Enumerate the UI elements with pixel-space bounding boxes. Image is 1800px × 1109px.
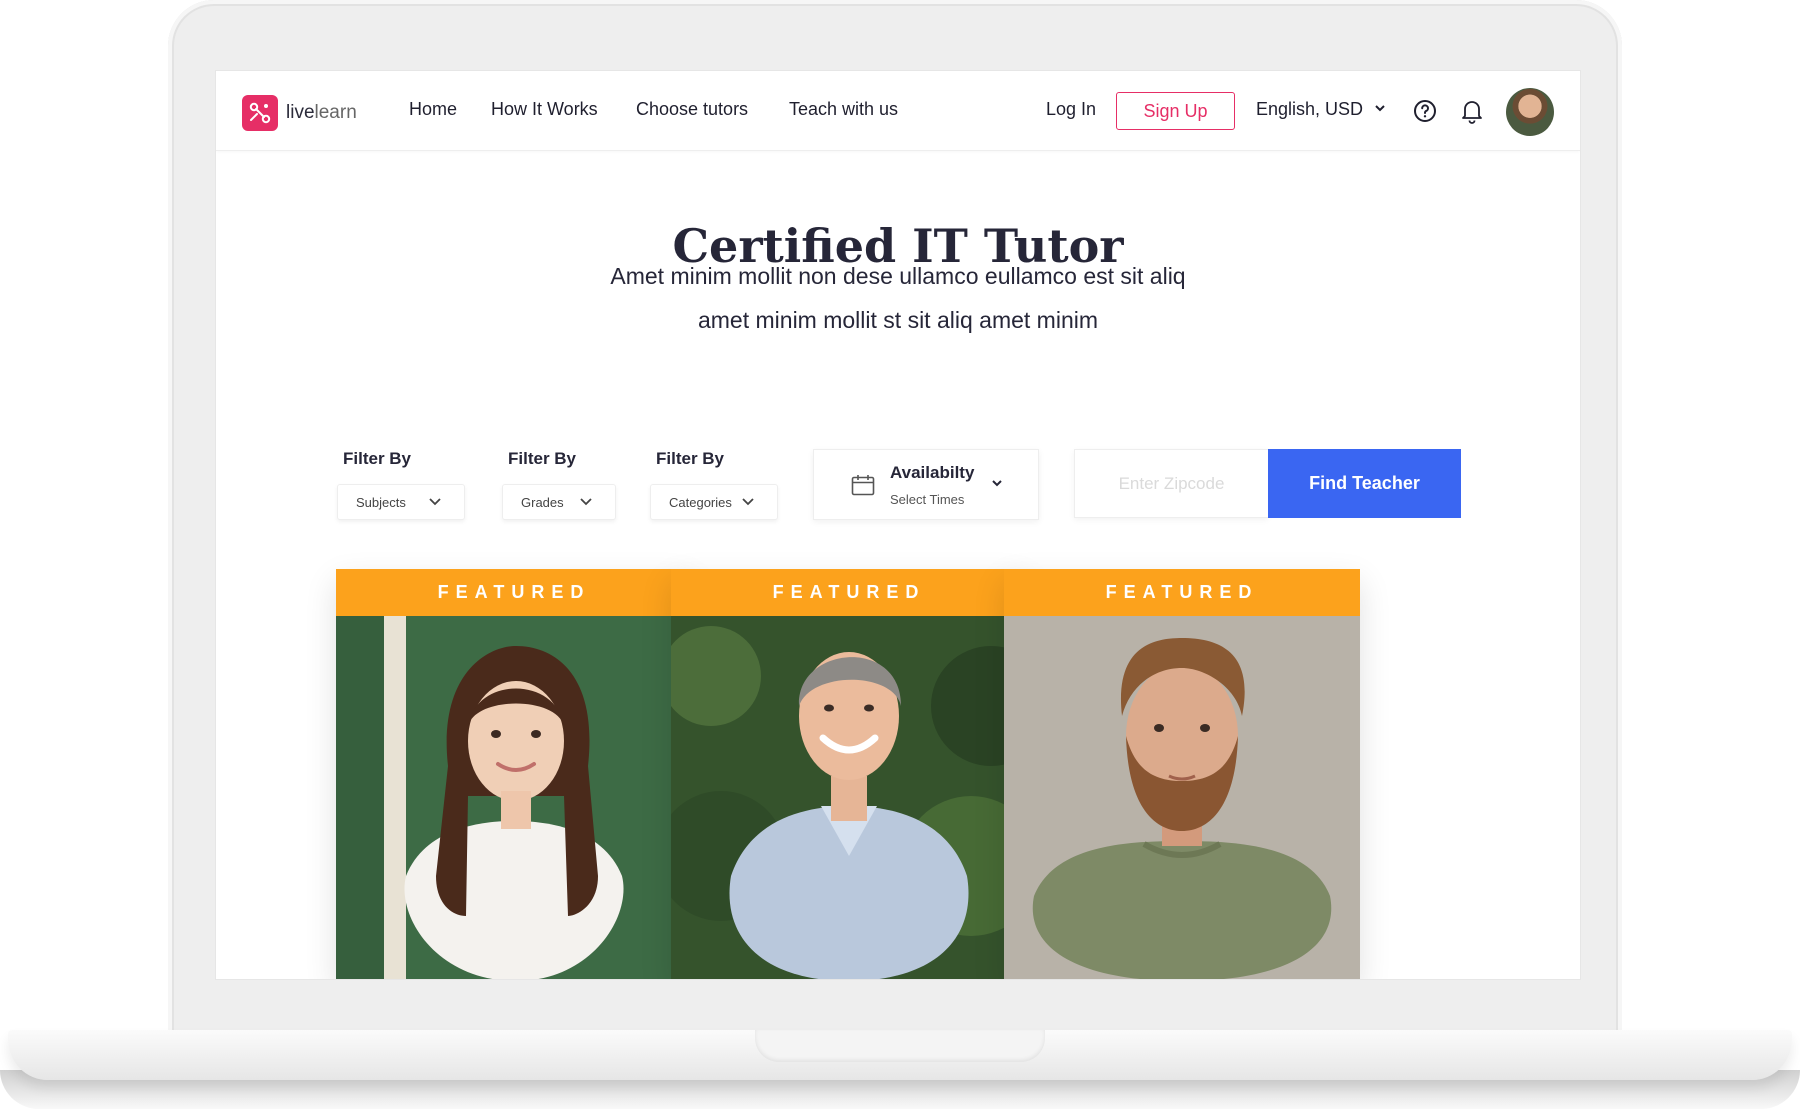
tutor-photo	[671, 616, 1027, 979]
calendar-icon	[851, 475, 875, 496]
user-avatar[interactable]	[1506, 88, 1554, 136]
top-navbar: livelearn Home How It Works Choose tutor…	[216, 71, 1580, 151]
help-icon[interactable]	[1413, 99, 1437, 123]
chevron-down-icon	[992, 480, 1002, 487]
chevron-down-icon	[429, 498, 441, 506]
grades-dropdown[interactable]: Grades	[502, 484, 616, 520]
nav-home[interactable]: Home	[409, 99, 457, 120]
tutor-card[interactable]: FEATURED	[1004, 569, 1360, 979]
featured-badge: FEATURED	[671, 569, 1027, 616]
nav-teach-with-us[interactable]: Teach with us	[789, 99, 898, 120]
tutor-photo	[1004, 616, 1360, 979]
hero-subtitle-line1: Amet minim mollit non dese ullamco eulla…	[610, 263, 1186, 289]
signup-button[interactable]: Sign Up	[1116, 92, 1235, 130]
laptop-notch	[755, 1030, 1045, 1062]
brand-logo[interactable]: livelearn	[242, 95, 357, 131]
hero-subtitle-line2: amet minim mollit st sit aliq amet minim	[697, 307, 1099, 333]
chevron-down-icon	[580, 498, 592, 506]
chevron-down-icon[interactable]	[1374, 103, 1386, 113]
brand-name: livelearn	[286, 102, 357, 123]
grades-dropdown-value: Grades	[521, 494, 564, 510]
subjects-dropdown-value: Subjects	[356, 494, 406, 510]
filter-categories-label: Filter By	[656, 449, 725, 468]
featured-badge: FEATURED	[336, 569, 692, 616]
nav-choose-tutors[interactable]: Choose tutors	[636, 99, 748, 120]
filter-grades-label: Filter By	[508, 449, 577, 468]
nav-how-it-works[interactable]: How It Works	[491, 99, 598, 120]
availability-picker[interactable]: Availabilty Select Times	[813, 449, 1039, 520]
subjects-dropdown[interactable]: Subjects	[337, 484, 465, 520]
tutor-card[interactable]: FEATURED	[671, 569, 1027, 979]
logo-icon	[242, 95, 278, 131]
categories-dropdown[interactable]: Categories	[650, 484, 778, 520]
chevron-down-icon	[742, 498, 754, 506]
bell-icon[interactable]	[1460, 98, 1484, 124]
app-screen: livelearn Home How It Works Choose tutor…	[215, 70, 1581, 980]
tutor-photo	[336, 616, 692, 979]
filter-subjects-label: Filter By	[343, 449, 412, 468]
availability-subtitle: Select Times	[890, 492, 965, 507]
tutor-card[interactable]: FEATURED	[336, 569, 692, 979]
availability-title: Availabilty	[890, 463, 975, 482]
language-currency-select[interactable]: English, USD	[1256, 99, 1363, 120]
featured-badge: FEATURED	[1004, 569, 1360, 616]
categories-dropdown-value: Categories	[669, 494, 732, 510]
zipcode-input[interactable]	[1074, 449, 1268, 518]
find-teacher-button[interactable]: Find Teacher	[1268, 449, 1461, 518]
login-link[interactable]: Log In	[1046, 99, 1096, 120]
